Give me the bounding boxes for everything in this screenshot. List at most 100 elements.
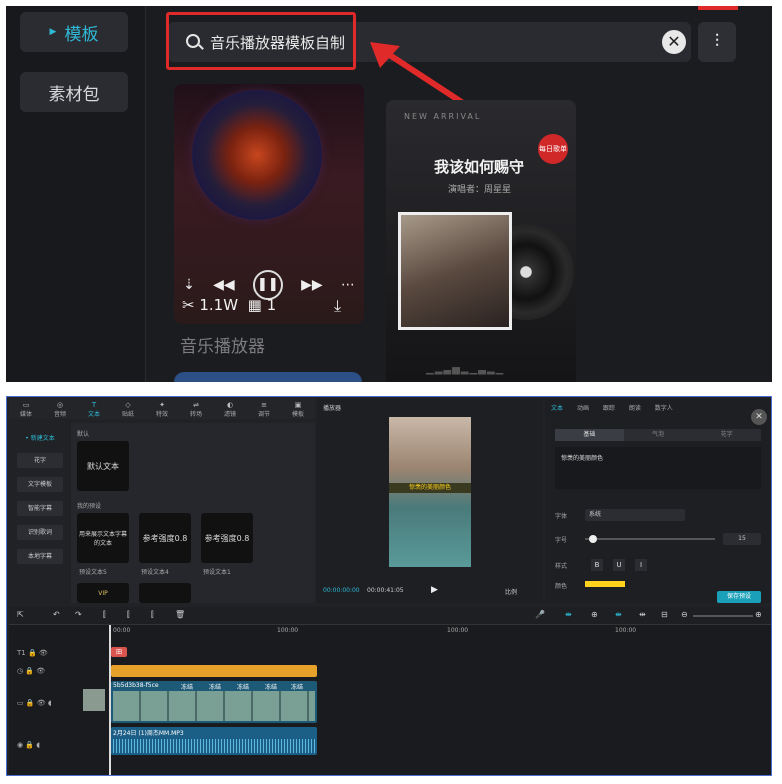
props-tabs: 文本 动画 跟踪 朗读 数字人 <box>551 403 685 412</box>
tool-filter[interactable]: ◐ 滤镜 <box>213 399 247 419</box>
album-disc-image <box>192 90 322 220</box>
tick-label: 100:00 <box>277 627 299 634</box>
subtab-basic[interactable]: 基础 <box>555 429 624 441</box>
subtab-bubble[interactable]: 气泡 <box>624 429 693 441</box>
tool-label: 调节 <box>257 411 270 418</box>
close-icon[interactable]: ✕ <box>751 409 767 425</box>
usage-count: 1.1W <box>199 296 239 314</box>
tool-label: 滤镜 <box>223 411 236 418</box>
tool-transition[interactable]: ⇌ 转场 <box>179 399 213 419</box>
video-clip[interactable]: 5b5d3b38-f5ce 冻结 冻结 冻结 冻结 冻结 <box>111 681 317 723</box>
video-editor: ▭ 媒体 ◎ 音频 T 文本 ◇ 贴纸 ✦ 特效 ⇌ 转场 ◐ 滤镜 ≡ 调节 ▣ 模板 • 新建… <box>6 396 772 776</box>
font-select[interactable]: 系统 <box>585 509 685 521</box>
clear-search-button[interactable]: ✕ <box>662 30 686 54</box>
tool-label: 模板 <box>291 411 304 418</box>
subtab-fancy[interactable]: 花字 <box>692 429 761 441</box>
tab-text[interactable]: 文本 <box>551 405 563 412</box>
text-sidebar-lyrics[interactable]: 识别歌词 <box>17 525 63 540</box>
tool-sticker[interactable]: ◇ 贴纸 <box>111 399 145 419</box>
split-icon[interactable]: ⫿ <box>103 610 106 620</box>
tool-template[interactable]: ▣ 模板 <box>281 399 315 419</box>
template-icon: ▣ <box>294 401 302 409</box>
size-slider-track[interactable] <box>585 538 715 540</box>
underline-button[interactable]: U <box>613 559 625 571</box>
tick-label: 100:00 <box>615 627 637 634</box>
zoom-out-icon[interactable]: ⊖ <box>681 610 688 619</box>
preset-card[interactable]: 用来展示文本字幕的文本 <box>77 513 129 563</box>
select-tool-icon[interactable]: ⇱ <box>17 610 24 619</box>
text-sidebar-local[interactable]: 本地字幕 <box>17 549 63 564</box>
text-sidebar-auto-caption[interactable]: 智能字幕 <box>17 501 63 516</box>
template-card-song[interactable]: NEW ARRIVAL 每日歌单 我该如何赐守 演唱者：周星星 ▁▂▃▅▂▁▃▂… <box>386 100 576 382</box>
transition-icon: ⇌ <box>193 401 199 409</box>
clip-count: 1 <box>266 296 277 314</box>
tab-read-aloud[interactable]: 朗读 <box>629 405 641 412</box>
delete-icon[interactable]: 🗑 <box>175 610 185 619</box>
italic-button[interactable]: I <box>635 559 647 571</box>
timeline-toolbar: ⇱ ↶ ↷ ⫿ ⫿ ⫿ 🗑 🎤 ⇼ ⊕ ⇼ ⇹ ⊟ ⊖ ⊕ <box>9 607 771 625</box>
template-browser-panel: ▶ 模板 素材包 音乐播放器模板自制 ✕ ⫶ ⇣ ◀◀ ❚❚ ▶▶ ⋯ ✂ 1.… <box>6 6 772 382</box>
template-sidebar: ▶ 模板 素材包 <box>6 6 146 382</box>
snap-icon[interactable]: ⊕ <box>591 610 598 619</box>
text-sidebar-fancy[interactable]: 花字 <box>17 453 63 468</box>
undo-icon[interactable]: ↶ <box>53 610 60 619</box>
audio-clip[interactable]: 2月24日 (1)周杰MM.MP3 <box>111 727 317 755</box>
media-toolbar: ▭ 媒体 ◎ 音频 T 文本 ◇ 贴纸 ✦ 特效 ⇌ 转场 ◐ 滤镜 ≡ 调节 ▣ 模板 <box>9 399 315 419</box>
preset-card-vip[interactable]: VIP <box>77 583 129 603</box>
text-content-field[interactable]: 惊羡的美丽颜色 <box>555 447 761 489</box>
play-button[interactable]: ▶ <box>431 585 438 595</box>
next-icon: ▶▶ <box>301 277 323 293</box>
ratio-button[interactable]: 比例 <box>505 587 517 596</box>
tool-audio[interactable]: ◎ 音频 <box>43 399 77 419</box>
effects-icon: ✦ <box>159 401 165 409</box>
tool-effects[interactable]: ✦ 特效 <box>145 399 179 419</box>
preset-card[interactable]: 参考强度0.8 <box>139 513 191 563</box>
zoom-slider[interactable] <box>693 615 753 617</box>
caption-icon[interactable]: ⊟ <box>661 610 668 619</box>
playlist-badge: 每日歌单 <box>538 134 568 164</box>
bold-button[interactable]: B <box>591 559 603 571</box>
color-swatch[interactable] <box>585 581 625 587</box>
zoom-in-icon[interactable]: ⊕ <box>755 610 762 619</box>
tool-text[interactable]: T 文本 <box>77 399 111 419</box>
time-total: 00:00:41:05 <box>367 587 404 594</box>
adjust-icon: ≡ <box>261 401 267 409</box>
tab-tracking[interactable]: 跟踪 <box>603 405 615 412</box>
split-right-icon[interactable]: ⫿ <box>151 610 154 620</box>
text-clip[interactable]: 田 <box>111 647 127 657</box>
preset-card[interactable]: 参考强度0.8 <box>201 513 253 563</box>
text-sidebar-new[interactable]: • 新建文本 <box>17 431 63 446</box>
tool-media[interactable]: ▭ 媒体 <box>9 399 43 419</box>
filter-button[interactable]: ⫶ <box>698 22 736 62</box>
save-preset-button[interactable]: 保存预设 <box>717 591 761 603</box>
download-icon[interactable]: ⤓ <box>334 296 341 316</box>
split-left-icon[interactable]: ⫿ <box>127 610 130 620</box>
mic-icon[interactable]: 🎤 <box>535 610 545 619</box>
text-properties-panel: 文本 动画 跟踪 朗读 数字人 ✕ 基础 气泡 花字 惊羡的美丽颜色 字体 系统… <box>545 399 771 603</box>
waveform: ▁▂▃▅▂▁▃▂▁ <box>426 364 505 375</box>
sidebar-item-material-pack[interactable]: 素材包 <box>20 72 128 112</box>
effect-clip[interactable] <box>111 665 317 677</box>
use-template-button[interactable] <box>174 372 362 382</box>
preset-caption: 预设文本5 <box>79 569 107 576</box>
preset-card[interactable] <box>139 583 191 603</box>
filter-icon: ◐ <box>226 401 234 409</box>
preview-axis-icon[interactable]: ⇼ <box>615 610 622 619</box>
cover-thumbnail[interactable] <box>83 689 105 711</box>
size-input[interactable]: 15 <box>723 533 761 545</box>
sidebar-item-template[interactable]: ▶ 模板 <box>20 12 128 52</box>
tab-digital-human[interactable]: 数字人 <box>655 405 673 412</box>
text-sidebar-template[interactable]: 文字模板 <box>17 477 63 492</box>
link-icon[interactable]: ⇼ <box>565 610 572 619</box>
video-clip-label: 5b5d3b38-f5ce <box>113 682 159 689</box>
song-heading: 我该如何赐守 <box>434 158 525 176</box>
align-icon[interactable]: ⇹ <box>639 610 646 619</box>
tool-adjust[interactable]: ≡ 调节 <box>247 399 281 419</box>
tab-animation[interactable]: 动画 <box>577 405 589 412</box>
template-card-music-player[interactable]: ⇣ ◀◀ ❚❚ ▶▶ ⋯ ✂ 1.1W ▦ 1 ⤓ <box>174 84 364 324</box>
preset-card-default[interactable]: 默认文本 <box>77 441 129 491</box>
redo-icon[interactable]: ↷ <box>75 610 82 619</box>
time-current: 00:00:00:00 <box>323 587 360 594</box>
size-slider-handle[interactable] <box>589 535 597 543</box>
text-presets-panel: 默认 默认文本 我的预设 用来展示文本字幕的文本 参考强度0.8 参考强度0.8… <box>71 423 315 603</box>
